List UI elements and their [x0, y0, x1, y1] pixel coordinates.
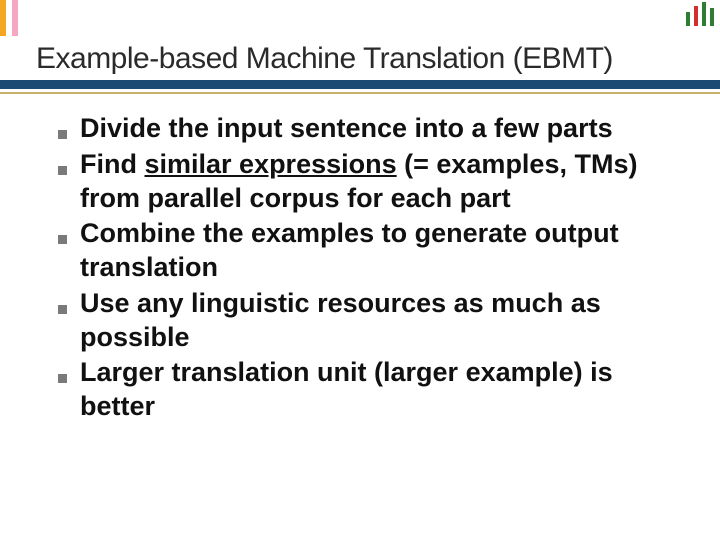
stripe	[12, 0, 18, 40]
list-item: Larger translation unit (larger example)…	[44, 356, 688, 424]
logo-bar	[694, 6, 698, 26]
list-item: Divide the input sentence into a few par…	[44, 112, 688, 146]
decorative-stripes	[0, 0, 18, 40]
bullet-list: Divide the input sentence into a few par…	[44, 112, 688, 426]
logo-bar	[702, 2, 706, 26]
list-item-text: Divide the input sentence into a few par…	[80, 112, 688, 146]
list-item-text: Larger translation unit (larger example)…	[80, 356, 688, 424]
slide-title: Example-based Machine Translation (EBMT)	[36, 42, 700, 76]
list-item: Combine the examples to generate output …	[44, 217, 688, 285]
list-item-text: Use any linguistic resources as much as …	[80, 287, 688, 355]
square-bullet-icon	[44, 287, 80, 319]
logo-bar	[686, 12, 690, 26]
square-bullet-icon	[44, 217, 80, 249]
list-item: Find similar expressions (= examples, TM…	[44, 148, 688, 216]
list-item-text: Combine the examples to generate output …	[80, 217, 688, 285]
square-icon	[58, 374, 67, 383]
square-bullet-icon	[44, 356, 80, 388]
title-band: Example-based Machine Translation (EBMT)	[0, 36, 720, 82]
rule-thin	[0, 92, 720, 94]
square-icon	[58, 130, 67, 139]
square-icon	[58, 235, 67, 244]
square-bullet-icon	[44, 148, 80, 180]
title-rules	[0, 80, 720, 94]
square-icon	[58, 305, 67, 314]
rule-thick	[0, 80, 720, 89]
slide: Example-based Machine Translation (EBMT)…	[0, 0, 720, 540]
square-bullet-icon	[44, 112, 80, 144]
list-item: Use any linguistic resources as much as …	[44, 287, 688, 355]
list-item-text: Find similar expressions (= examples, TM…	[80, 148, 688, 216]
logo-bar	[710, 8, 714, 26]
corner-logo	[686, 2, 714, 26]
square-icon	[58, 166, 67, 175]
